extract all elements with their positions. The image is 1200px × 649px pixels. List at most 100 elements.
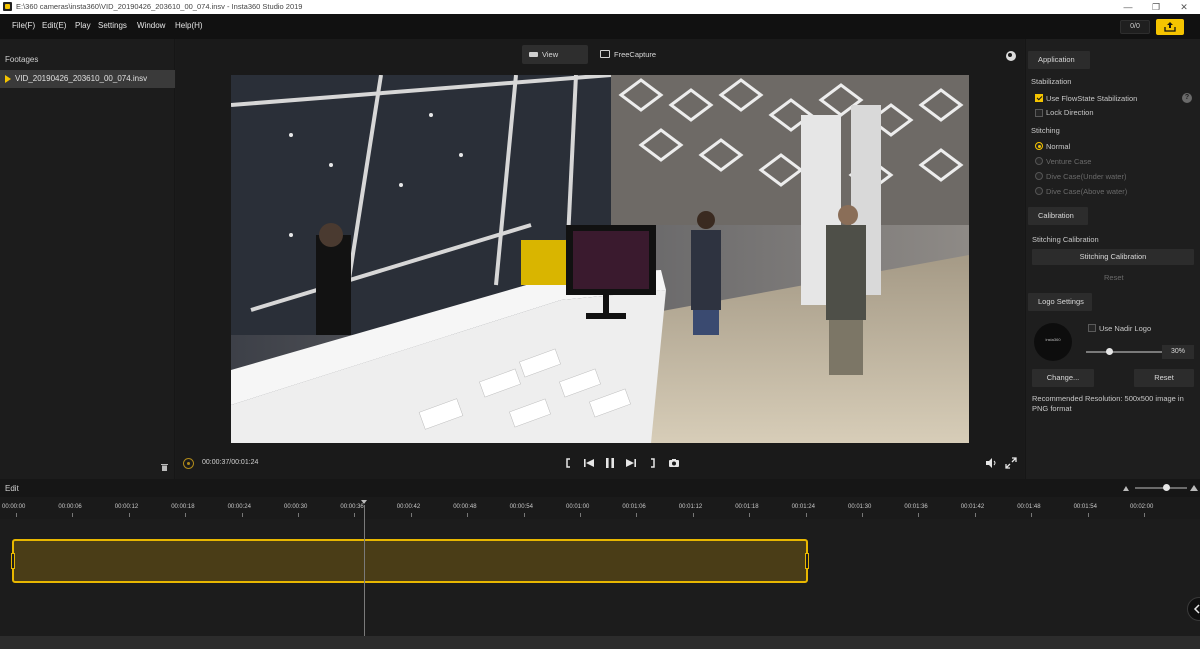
playback-time: 00:00:37/00:01:24 (202, 459, 259, 466)
tab-logo-settings[interactable]: Logo Settings (1028, 293, 1092, 311)
menu-play[interactable]: Play (75, 21, 91, 30)
keyframe-icon[interactable] (183, 458, 194, 469)
ruler-tick (974, 513, 976, 517)
video-clip[interactable] (11, 539, 809, 583)
stitching-calibration-button[interactable]: Stitching Calibration (1032, 249, 1194, 265)
nadir-logo-checkbox[interactable] (1088, 324, 1096, 332)
pause-icon[interactable] (603, 456, 617, 470)
mark-out-icon[interactable] (645, 456, 659, 470)
help-icon[interactable]: ? (1182, 93, 1192, 103)
lock-direction-checkbox[interactable] (1035, 109, 1043, 117)
ruler-tick (241, 513, 243, 517)
next-icon[interactable] (624, 456, 638, 470)
flowstate-checkbox[interactable] (1035, 94, 1043, 102)
stitching-dive-above-radio[interactable] (1035, 187, 1043, 195)
stitching-calibration-title: Stitching Calibration (1032, 235, 1099, 244)
ruler-tick (692, 513, 694, 517)
zoom-out-icon[interactable] (1123, 485, 1131, 491)
nadir-logo-preview: insta360 (1034, 323, 1072, 361)
ruler-tick-label: 00:00:48 (453, 504, 477, 510)
tab-view-label: View (542, 50, 559, 59)
menu-file[interactable]: File(F) (12, 21, 35, 30)
volume-icon[interactable] (984, 456, 998, 470)
tab-application[interactable]: Application (1028, 51, 1090, 69)
ruler-tick-label: 00:00:12 (114, 504, 139, 510)
mark-in-icon[interactable] (562, 456, 576, 470)
stitching-venture-radio[interactable] (1035, 157, 1043, 165)
footages-title: Footages (5, 55, 39, 64)
stitching-dive-under-label: Dive Case(Under water) (1046, 172, 1127, 181)
calibration-reset-button[interactable]: Reset (1104, 273, 1124, 282)
menu-bar: File(F) Edit(E) Play Settings Window Hel… (0, 14, 1200, 39)
maximize-button[interactable]: ❐ (1142, 0, 1170, 14)
fullscreen-icon[interactable] (1004, 456, 1018, 470)
panorama-icon[interactable] (1006, 51, 1016, 61)
clip-trim-left-handle[interactable] (11, 553, 15, 569)
settings-panel: Application Stabilization Use FlowState … (1025, 39, 1200, 479)
tab-freecapture[interactable]: FreeCapture (594, 45, 668, 64)
stitching-dive-above-label: Dive Case(Above water) (1046, 187, 1128, 196)
ruler-tick-label: 00:00:36 (340, 504, 364, 510)
stitching-title: Stitching (1031, 126, 1060, 135)
stabilization-title: Stabilization (1031, 77, 1072, 86)
ruler-tick (354, 513, 356, 517)
menu-edit[interactable]: Edit(E) (42, 21, 66, 30)
previous-icon[interactable] (582, 456, 596, 470)
tab-calibration[interactable]: Calibration (1028, 207, 1088, 225)
app-icon (3, 2, 12, 11)
ruler-tick-label: 00:02:00 (1130, 504, 1154, 510)
menu-settings[interactable]: Settings (98, 21, 127, 30)
logo-size-slider-knob[interactable] (1105, 348, 1113, 355)
close-button[interactable]: ✕ (1170, 0, 1198, 14)
snapshot-icon[interactable] (667, 456, 681, 470)
chevron-left-icon (1193, 604, 1200, 614)
ruler-tick-label: 00:01:00 (566, 504, 590, 510)
edit-title: Edit (5, 484, 19, 493)
ruler-tick-label: 00:01:30 (848, 504, 872, 510)
edit-bar: Edit (0, 479, 1200, 497)
export-counter: 0/0 (1120, 20, 1150, 34)
change-logo-button[interactable]: Change... (1032, 369, 1094, 387)
ruler-tick (1144, 513, 1145, 517)
flowstate-label: Use FlowState Stabilization (1046, 94, 1138, 103)
stitching-normal-label: Normal (1046, 142, 1071, 151)
logo-size-slider-track[interactable] (1086, 351, 1162, 353)
footages-panel: Footages VID_20190426_203610_00_074.insv (0, 39, 175, 479)
ruler-tick (185, 513, 187, 517)
ruler-tick (298, 513, 299, 517)
menu-window[interactable]: Window (137, 21, 165, 30)
stitching-venture-label: Venture Case (1046, 157, 1092, 166)
title-bar: E:\360 cameras\insta360\VID_20190426_203… (0, 0, 1200, 14)
ruler-tick (805, 513, 807, 517)
timeline-zoom-slider[interactable] (1135, 487, 1187, 489)
menu-help[interactable]: Help(H) (175, 21, 203, 30)
tab-freecapture-label: FreeCapture (614, 50, 657, 59)
trash-icon[interactable] (161, 463, 168, 471)
playhead-marker[interactable] (361, 500, 367, 504)
ruler-tick-label: 00:00:42 (396, 504, 421, 510)
zoom-in-icon[interactable] (1190, 484, 1200, 491)
clip-trim-right-handle[interactable] (805, 553, 809, 569)
ruler-tick-label: 00:01:36 (904, 504, 928, 510)
timeline-ruler[interactable]: 00:00:00 00:00:06 00:00:12 00:00:18 00:00:24… (0, 497, 1200, 519)
playhead[interactable] (364, 505, 365, 636)
minimize-button[interactable]: — (1114, 0, 1142, 14)
logo-reset-button[interactable]: Reset (1134, 369, 1194, 387)
stitching-normal-radio[interactable] (1035, 142, 1043, 150)
footage-item[interactable]: VID_20190426_203610_00_074.insv (0, 70, 175, 88)
ruler-tick-label: 00:01:24 (791, 504, 815, 510)
tab-view[interactable]: View (522, 45, 588, 64)
ruler-tick (862, 513, 863, 517)
stitching-dive-under-radio[interactable] (1035, 172, 1043, 180)
video-preview[interactable] (231, 75, 969, 443)
ruler-tick-label: 00:00:06 (58, 504, 82, 510)
logo-size-value[interactable]: 30% (1162, 345, 1194, 359)
timeline-zoom-knob[interactable] (1163, 484, 1171, 491)
ruler-tick (749, 513, 751, 517)
ruler-tick-label: 00:01:18 (735, 504, 759, 510)
export-button[interactable] (1156, 19, 1184, 35)
footage-name: VID_20190426_203610_00_074.insv (15, 74, 148, 83)
ruler-tick (467, 513, 469, 517)
ruler-tick (1087, 513, 1089, 517)
ruler-tick (636, 513, 638, 517)
